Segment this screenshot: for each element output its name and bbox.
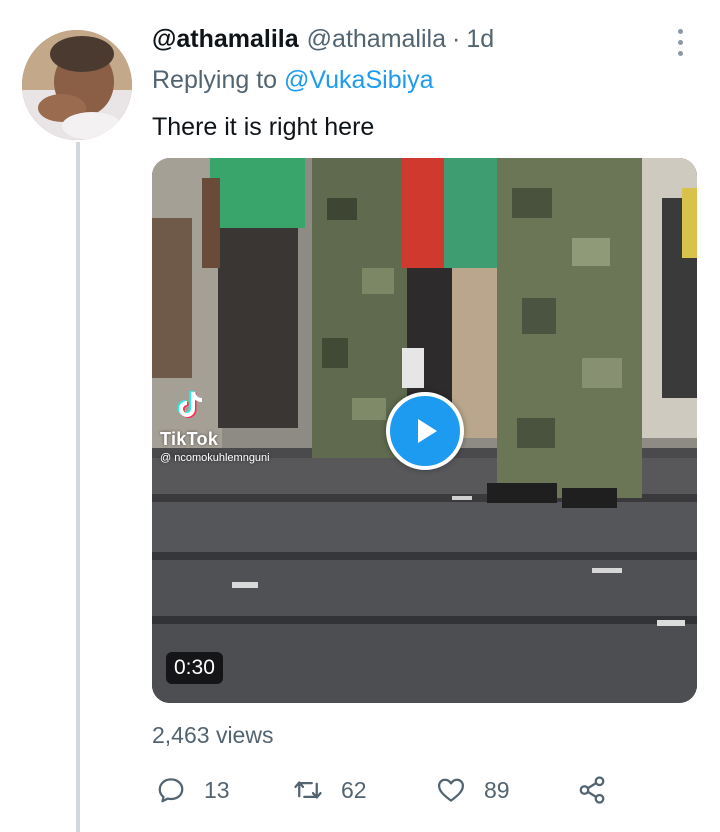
tiktok-watermark: TikTok @ ncomokuhlemnguni <box>160 388 270 464</box>
separator-dot: · <box>452 25 461 53</box>
tweet-header: @athamalila @athamalila · 1d <box>152 25 660 59</box>
like-button[interactable]: 89 <box>436 770 510 810</box>
avatar[interactable] <box>22 30 132 140</box>
replying-prefix: Replying to <box>152 66 278 94</box>
video-duration: 0:30 <box>166 652 223 684</box>
share-button[interactable] <box>577 770 607 810</box>
replying-to-mention[interactable]: @VukaSibiya <box>284 66 434 94</box>
display-name[interactable]: @athamalila <box>152 25 299 54</box>
tiktok-brand: TikTok <box>160 429 219 449</box>
action-bar: 13 62 89 <box>152 770 622 810</box>
like-count: 89 <box>484 776 510 803</box>
view-count: 2,463 views <box>152 722 274 748</box>
reply-icon <box>158 778 184 803</box>
retweet-button[interactable]: 62 <box>293 770 367 810</box>
thread-line <box>76 142 80 832</box>
reply-button[interactable]: 13 <box>156 770 230 810</box>
more-vertical-icon[interactable] <box>664 26 696 58</box>
user-handle[interactable]: @athamalila <box>307 25 446 54</box>
retweet-icon <box>294 781 322 799</box>
tiktok-logo-icon <box>177 391 203 418</box>
replying-to: Replying to @VukaSibiya <box>152 66 434 95</box>
play-button[interactable] <box>386 392 464 470</box>
avatar-image <box>22 30 132 140</box>
tweet-time[interactable]: 1d <box>466 25 494 54</box>
heart-icon <box>438 778 464 802</box>
reply-count: 13 <box>204 776 230 803</box>
play-icon <box>418 419 437 443</box>
tweet-text: There it is right here <box>152 113 375 141</box>
retweet-count: 62 <box>341 776 367 803</box>
tiktok-username: @ ncomokuhlemnguni <box>160 452 270 464</box>
video-player[interactable]: TikTok @ ncomokuhlemnguni 0:30 <box>152 158 697 703</box>
share-icon <box>579 776 605 804</box>
